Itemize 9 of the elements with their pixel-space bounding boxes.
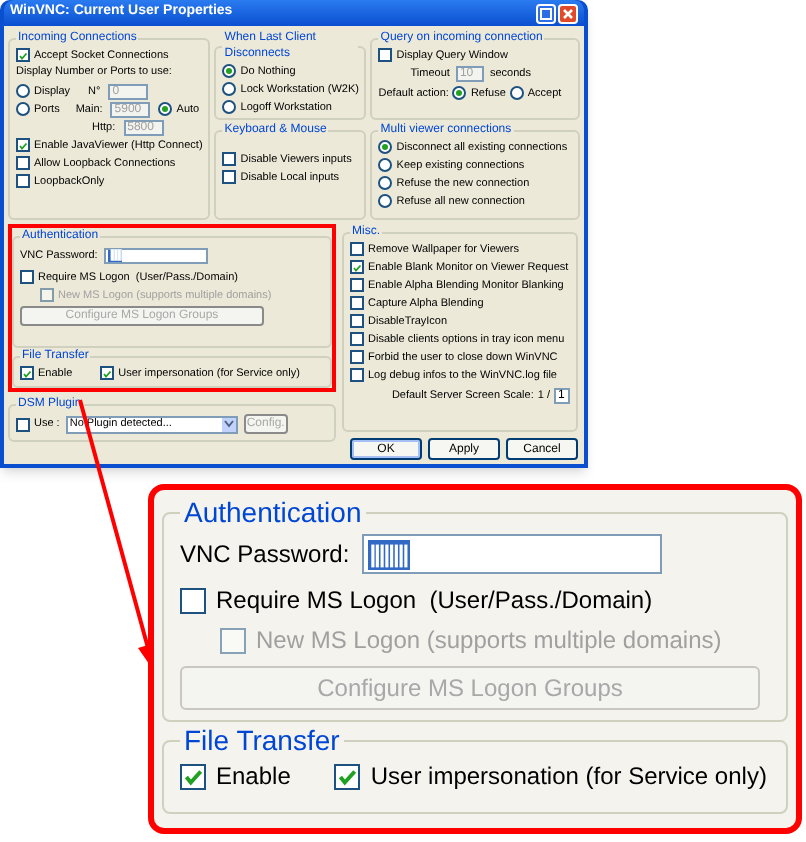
password-mask: |||||||| bbox=[367, 539, 410, 569]
group-title: File Transfer bbox=[182, 726, 342, 756]
checkbox-label: User impersonation (for Service only) bbox=[370, 761, 767, 791]
checkbox-label: Require MS Logon (User/Pass./Domain) bbox=[216, 585, 653, 615]
checkbox-label: Enable bbox=[216, 761, 291, 791]
group-title: Authentication bbox=[182, 498, 364, 528]
password-field[interactable]: |||||||| bbox=[361, 534, 662, 574]
label: VNC Password: bbox=[180, 539, 350, 569]
checkbox-label: New MS Logon (supports multiple domains) bbox=[256, 625, 722, 655]
